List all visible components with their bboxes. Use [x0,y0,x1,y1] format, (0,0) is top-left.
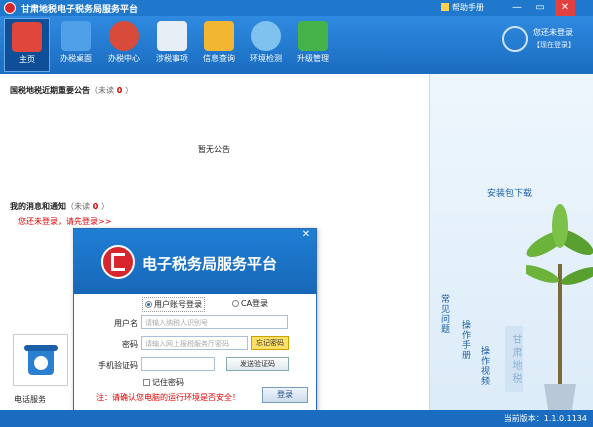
login-mode-tabs: 用户账号登录 CA登录 [142,297,292,312]
faq-link[interactable]: 常见问题 [438,294,451,334]
login-dialog-header: ✕ 电子税务局服务平台 [74,229,316,294]
installer-download-link[interactable]: 安装包下载 [487,186,532,199]
login-button[interactable]: 登录 [262,387,308,403]
toolbar-item-label: 主页 [19,55,35,64]
messages-title: 我的消息和通知 [10,202,66,211]
sms-code-label: 手机验证码 [98,361,138,370]
right-panel: 安装包下载 常见问题 操作手册 操作视频 甘肃地税 [430,74,593,410]
toolbar-item-desktop[interactable]: 办税桌面 [53,18,99,72]
close-button[interactable]: ✕ [555,0,575,16]
palm-plant-image [526,204,593,410]
toolbar-item-env-check[interactable]: 环境检测 [243,18,289,72]
toolbar-item-upgrade[interactable]: 升级管理 [290,18,336,72]
maximize-button[interactable]: ▭ [530,0,550,16]
messages-heading: 我的消息和通知（未读 0 ） [10,201,109,212]
app-logo-icon [4,2,16,14]
home-icon [12,22,42,52]
title-bar: 甘肃地税电子税务局服务平台 帮助手册 — ▭ ✕ [0,0,593,16]
tax-center-icon [109,21,139,51]
avatar-icon[interactable] [502,26,528,52]
remember-label: 记住密码 [152,378,184,387]
minimize-button[interactable]: — [507,0,527,16]
toolbar-item-home[interactable]: 主页 [4,18,50,72]
notices-unread-count: 0 [116,86,123,95]
toolbar-item-label: 办税中心 [108,54,140,63]
radio-account[interactable] [145,301,152,308]
tax-matters-icon [157,21,187,51]
notices-unread-suffix: ） [125,86,134,95]
version-label: 当前版本：1.1.0.1134 [503,414,587,423]
help-book-icon [441,3,449,11]
tab-user-account[interactable]: 用户账号登录 [142,297,205,312]
login-now-link[interactable]: 【现在登录】 [533,40,575,50]
phone-service-tile[interactable] [13,334,68,386]
info-search-icon [204,21,234,51]
help-manual-link[interactable]: 帮助手册 [441,2,484,13]
username-input[interactable]: 请输入纳税人识别号 [141,315,288,329]
toolbar-item-label: 涉税事项 [156,54,188,63]
send-code-button[interactable]: 发送验证码 [226,357,289,371]
tab-ca-login[interactable]: CA登录 [232,298,268,309]
toolbar-item-label: 升级管理 [297,54,329,63]
login-dialog: ✕ 电子税务局服务平台 用户账号登录 CA登录 用户名 请输入纳税人识别号 密码… [73,228,317,411]
remember-password[interactable]: 记住密码 [143,377,184,388]
notices-heading: 国税地税近期重要公告（未读 0 ） [10,85,133,96]
tab-ca-label: CA登录 [241,299,269,308]
messages-unread-prefix: （未读 [66,202,90,211]
notices-title: 国税地税近期重要公告 [10,86,90,95]
forgot-password-button[interactable]: 忘记密码 [251,336,289,350]
toolbar-item-label: 环境检测 [250,54,282,63]
upgrade-icon [298,21,328,51]
status-bar: 当前版本：1.1.0.1134 [0,410,593,427]
password-input[interactable]: 请输入网上报税服务厅密码 [141,336,248,350]
user-status: 您还未登录 [533,28,573,37]
radio-ca[interactable] [232,300,239,307]
sms-code-input[interactable] [141,357,215,371]
notices-unread-prefix: （未读 [90,86,114,95]
telephone-icon [24,345,58,375]
dialog-close-button[interactable]: ✕ [298,229,314,243]
no-notice-text: 暂无公告 [198,145,230,154]
env-check-icon [251,21,281,51]
toolbar-item-info-search[interactable]: 信息查询 [196,18,242,72]
toolbar-item-tax-center[interactable]: 办税中心 [101,18,147,72]
login-dialog-title: 电子税务局服务平台 [142,255,278,273]
user-area: 您还未登录 【现在登录】 [500,24,593,54]
login-prompt-link[interactable]: 您还未登录，请先登录>> [18,216,111,227]
gansu-banner: 甘肃地税 [505,326,523,392]
toolbar-item-tax-matters[interactable]: 涉税事项 [149,18,195,72]
username-label: 用户名 [114,319,138,328]
messages-unread-suffix: ） [101,202,110,211]
security-warning: 注：请确认您电脑的运行环境是否安全！ [96,393,240,402]
tax-bureau-logo-icon [101,245,135,279]
password-label: 密码 [122,340,138,349]
manual-link[interactable]: 操作手册 [459,320,472,360]
toolbar-item-label: 办税桌面 [60,54,92,63]
toolbar-item-label: 信息查询 [203,54,235,63]
phone-service-label: 电话服务 [14,395,46,404]
video-link[interactable]: 操作视频 [478,346,491,386]
messages-unread-count: 0 [92,202,99,211]
window-title: 甘肃地税电子税务局服务平台 [21,5,139,15]
remember-checkbox[interactable] [143,379,150,386]
tab-account-label: 用户账号登录 [154,300,202,309]
help-manual-label: 帮助手册 [452,3,484,12]
desktop-icon [61,21,91,51]
